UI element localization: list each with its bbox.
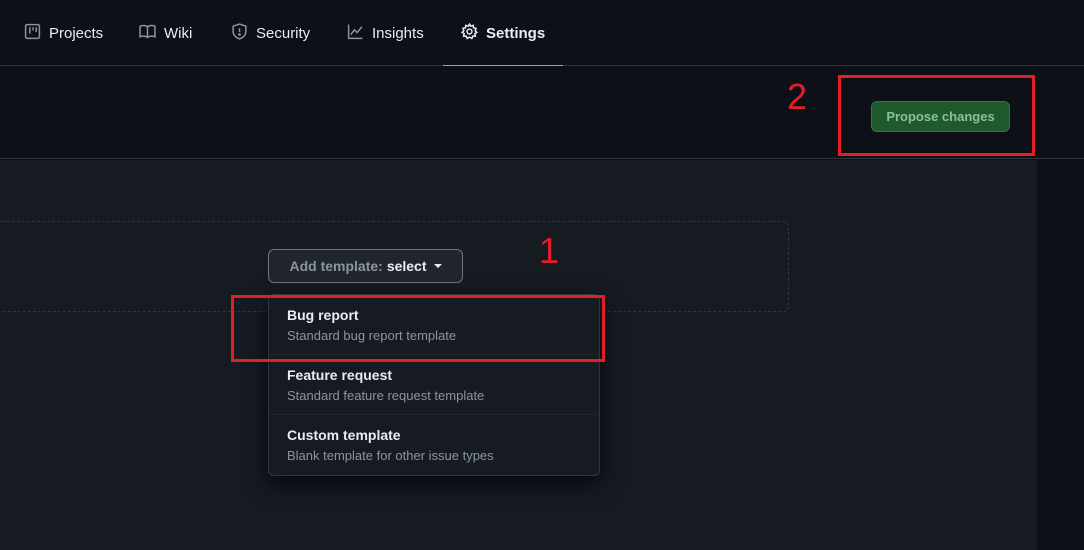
book-icon: [139, 23, 156, 44]
tab-label: Projects: [49, 24, 104, 42]
tab-projects[interactable]: Projects: [24, 0, 103, 66]
tab-wiki[interactable]: Wiki: [139, 0, 192, 66]
tab-security[interactable]: Security: [231, 0, 310, 66]
template-option-feature-request[interactable]: Feature request Standard feature request…: [269, 355, 599, 415]
caret-down-icon: [433, 264, 442, 268]
repo-nav: Projects Wiki Security Insights Settings: [0, 0, 1084, 67]
tab-label: Settings: [486, 24, 546, 42]
option-title: Custom template: [287, 427, 401, 443]
tab-insights[interactable]: Insights: [347, 0, 424, 66]
right-gutter: [1037, 160, 1084, 550]
project-board-icon: [24, 23, 41, 44]
gear-icon: [460, 22, 479, 44]
annotation-number-1: 1: [539, 230, 560, 271]
tab-label: Security: [256, 24, 311, 42]
tab-settings[interactable]: Settings: [442, 0, 564, 67]
add-template-value: select: [386, 258, 427, 274]
tab-label: Wiki: [164, 24, 193, 42]
annotation-box-2: [838, 75, 1035, 156]
annotation-box-1: [231, 295, 605, 362]
add-template-button[interactable]: Add template: select: [268, 249, 463, 283]
graph-icon: [347, 23, 364, 44]
add-template-prefix: Add template:: [289, 258, 383, 274]
annotation-number-2: 2: [787, 76, 808, 117]
template-option-custom[interactable]: Custom template Blank template for other…: [269, 415, 599, 475]
shield-icon: [231, 22, 248, 44]
option-description: Blank template for other issue types: [287, 448, 494, 463]
option-description: Standard feature request template: [287, 388, 485, 403]
page: Projects Wiki Security Insights Settings…: [0, 0, 1084, 550]
tab-label: Insights: [372, 24, 424, 42]
option-title: Feature request: [287, 367, 393, 383]
